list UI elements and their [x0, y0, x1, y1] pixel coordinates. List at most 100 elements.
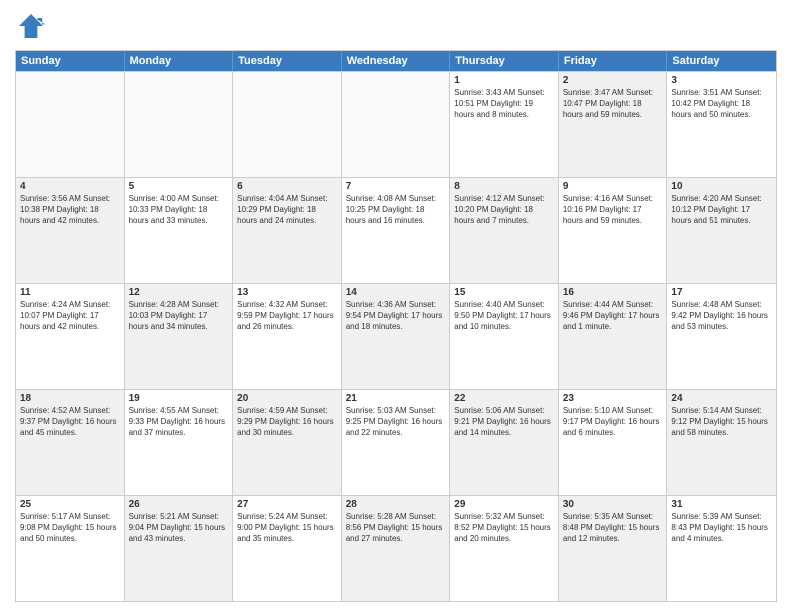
calendar-cell-empty-0-2: [233, 72, 342, 177]
calendar: SundayMondayTuesdayWednesdayThursdayFrid…: [15, 50, 777, 602]
calendar-body: 1 Sunrise: 3:43 AM Sunset: 10:51 PM Dayli…: [16, 71, 776, 601]
day-number: 31: [671, 499, 772, 510]
calendar-cell-5: 5 Sunrise: 4:00 AM Sunset: 10:33 PM Dayli…: [125, 178, 234, 283]
day-info: Sunrise: 5:35 AM Sunset: 8:48 PM Dayligh…: [563, 512, 663, 544]
calendar-cell-28: 28 Sunrise: 5:28 AM Sunset: 8:56 PM Dayli…: [342, 496, 451, 601]
day-number: 20: [237, 393, 337, 404]
calendar-cell-27: 27 Sunrise: 5:24 AM Sunset: 9:00 PM Dayli…: [233, 496, 342, 601]
weekday-header-wednesday: Wednesday: [342, 51, 451, 71]
day-info: Sunrise: 5:17 AM Sunset: 9:08 PM Dayligh…: [20, 512, 120, 544]
day-info: Sunrise: 4:44 AM Sunset: 9:46 PM Dayligh…: [563, 300, 663, 332]
day-number: 29: [454, 499, 554, 510]
day-number: 11: [20, 287, 120, 298]
day-number: 2: [563, 75, 663, 86]
day-info: Sunrise: 4:55 AM Sunset: 9:33 PM Dayligh…: [129, 406, 229, 438]
day-number: 17: [671, 287, 772, 298]
day-number: 22: [454, 393, 554, 404]
day-info: Sunrise: 4:36 AM Sunset: 9:54 PM Dayligh…: [346, 300, 446, 332]
logo: [15, 10, 51, 42]
day-info: Sunrise: 5:21 AM Sunset: 9:04 PM Dayligh…: [129, 512, 229, 544]
day-number: 14: [346, 287, 446, 298]
calendar-row-1: 4 Sunrise: 3:56 AM Sunset: 10:38 PM Dayli…: [16, 177, 776, 283]
calendar-header: SundayMondayTuesdayWednesdayThursdayFrid…: [16, 51, 776, 71]
calendar-cell-3: 3 Sunrise: 3:51 AM Sunset: 10:42 PM Dayli…: [667, 72, 776, 177]
calendar-cell-25: 25 Sunrise: 5:17 AM Sunset: 9:08 PM Dayli…: [16, 496, 125, 601]
calendar-cell-14: 14 Sunrise: 4:36 AM Sunset: 9:54 PM Dayli…: [342, 284, 451, 389]
calendar-row-0: 1 Sunrise: 3:43 AM Sunset: 10:51 PM Dayli…: [16, 71, 776, 177]
day-number: 10: [671, 181, 772, 192]
calendar-cell-24: 24Sunrise: 5:14 AM Sunset: 9:12 PM Dayli…: [667, 390, 776, 495]
day-number: 16: [563, 287, 663, 298]
calendar-cell-empty-0-1: [125, 72, 234, 177]
day-info: Sunrise: 4:16 AM Sunset: 10:16 PM Daylig…: [563, 194, 663, 226]
calendar-cell-26: 26 Sunrise: 5:21 AM Sunset: 9:04 PM Dayli…: [125, 496, 234, 601]
day-info: Sunrise: 5:28 AM Sunset: 8:56 PM Dayligh…: [346, 512, 446, 544]
day-number: 5: [129, 181, 229, 192]
day-number: 25: [20, 499, 120, 510]
calendar-cell-7: 7 Sunrise: 4:08 AM Sunset: 10:25 PM Dayli…: [342, 178, 451, 283]
day-number: 19: [129, 393, 229, 404]
page: SundayMondayTuesdayWednesdayThursdayFrid…: [0, 0, 792, 612]
day-info: Sunrise: 3:56 AM Sunset: 10:38 PM Daylig…: [20, 194, 120, 226]
day-info: Sunrise: 4:40 AM Sunset: 9:50 PM Dayligh…: [454, 300, 554, 332]
day-number: 24: [671, 393, 772, 404]
day-number: 21: [346, 393, 446, 404]
day-info: Sunrise: 4:52 AM Sunset: 9:37 PM Dayligh…: [20, 406, 120, 438]
day-number: 28: [346, 499, 446, 510]
day-info: Sunrise: 4:04 AM Sunset: 10:29 PM Daylig…: [237, 194, 337, 226]
day-number: 6: [237, 181, 337, 192]
calendar-cell-17: 17 Sunrise: 4:48 AM Sunset: 9:42 PM Dayli…: [667, 284, 776, 389]
calendar-cell-10: 10Sunrise: 4:20 AM Sunset: 10:12 PM Dayl…: [667, 178, 776, 283]
calendar-cell-29: 29 Sunrise: 5:32 AM Sunset: 8:52 PM Dayli…: [450, 496, 559, 601]
calendar-cell-4: 4 Sunrise: 3:56 AM Sunset: 10:38 PM Dayli…: [16, 178, 125, 283]
day-info: Sunrise: 4:00 AM Sunset: 10:33 PM Daylig…: [129, 194, 229, 226]
day-number: 26: [129, 499, 229, 510]
day-info: Sunrise: 3:47 AM Sunset: 10:47 PM Daylig…: [563, 88, 663, 120]
day-info: Sunrise: 4:08 AM Sunset: 10:25 PM Daylig…: [346, 194, 446, 226]
calendar-cell-21: 21Sunrise: 5:03 AM Sunset: 9:25 PM Dayli…: [342, 390, 451, 495]
day-info: Sunrise: 3:51 AM Sunset: 10:42 PM Daylig…: [671, 88, 772, 120]
day-number: 4: [20, 181, 120, 192]
calendar-cell-6: 6 Sunrise: 4:04 AM Sunset: 10:29 PM Dayli…: [233, 178, 342, 283]
weekday-header-thursday: Thursday: [450, 51, 559, 71]
calendar-row-2: 11Sunrise: 4:24 AM Sunset: 10:07 PM Dayl…: [16, 283, 776, 389]
calendar-cell-23: 23 Sunrise: 5:10 AM Sunset: 9:17 PM Dayli…: [559, 390, 668, 495]
day-info: Sunrise: 3:43 AM Sunset: 10:51 PM Daylig…: [454, 88, 554, 120]
day-info: Sunrise: 5:32 AM Sunset: 8:52 PM Dayligh…: [454, 512, 554, 544]
calendar-cell-22: 22Sunrise: 5:06 AM Sunset: 9:21 PM Dayli…: [450, 390, 559, 495]
weekday-header-sunday: Sunday: [16, 51, 125, 71]
calendar-cell-11: 11Sunrise: 4:24 AM Sunset: 10:07 PM Dayl…: [16, 284, 125, 389]
day-info: Sunrise: 4:48 AM Sunset: 9:42 PM Dayligh…: [671, 300, 772, 332]
day-number: 9: [563, 181, 663, 192]
calendar-cell-8: 8Sunrise: 4:12 AM Sunset: 10:20 PM Dayli…: [450, 178, 559, 283]
day-number: 23: [563, 393, 663, 404]
day-info: Sunrise: 5:24 AM Sunset: 9:00 PM Dayligh…: [237, 512, 337, 544]
day-number: 30: [563, 499, 663, 510]
weekday-header-friday: Friday: [559, 51, 668, 71]
calendar-cell-18: 18 Sunrise: 4:52 AM Sunset: 9:37 PM Dayli…: [16, 390, 125, 495]
calendar-cell-13: 13Sunrise: 4:32 AM Sunset: 9:59 PM Dayli…: [233, 284, 342, 389]
day-number: 18: [20, 393, 120, 404]
calendar-cell-12: 12 Sunrise: 4:28 AM Sunset: 10:03 PM Dayl…: [125, 284, 234, 389]
calendar-cell-empty-0-0: [16, 72, 125, 177]
header: [15, 10, 777, 42]
calendar-row-4: 25 Sunrise: 5:17 AM Sunset: 9:08 PM Dayli…: [16, 495, 776, 601]
day-number: 27: [237, 499, 337, 510]
calendar-cell-9: 9 Sunrise: 4:16 AM Sunset: 10:16 PM Dayli…: [559, 178, 668, 283]
weekday-header-tuesday: Tuesday: [233, 51, 342, 71]
calendar-cell-empty-0-3: [342, 72, 451, 177]
day-number: 7: [346, 181, 446, 192]
day-number: 3: [671, 75, 772, 86]
weekday-header-saturday: Saturday: [667, 51, 776, 71]
calendar-cell-31: 31Sunrise: 5:39 AM Sunset: 8:43 PM Dayli…: [667, 496, 776, 601]
calendar-cell-16: 16 Sunrise: 4:44 AM Sunset: 9:46 PM Dayli…: [559, 284, 668, 389]
day-info: Sunrise: 4:28 AM Sunset: 10:03 PM Daylig…: [129, 300, 229, 332]
day-number: 15: [454, 287, 554, 298]
day-number: 1: [454, 75, 554, 86]
calendar-cell-15: 15 Sunrise: 4:40 AM Sunset: 9:50 PM Dayli…: [450, 284, 559, 389]
logo-icon: [15, 10, 47, 42]
calendar-cell-2: 2 Sunrise: 3:47 AM Sunset: 10:47 PM Dayli…: [559, 72, 668, 177]
day-number: 12: [129, 287, 229, 298]
day-info: Sunrise: 5:10 AM Sunset: 9:17 PM Dayligh…: [563, 406, 663, 438]
day-info: Sunrise: 4:59 AM Sunset: 9:29 PM Dayligh…: [237, 406, 337, 438]
